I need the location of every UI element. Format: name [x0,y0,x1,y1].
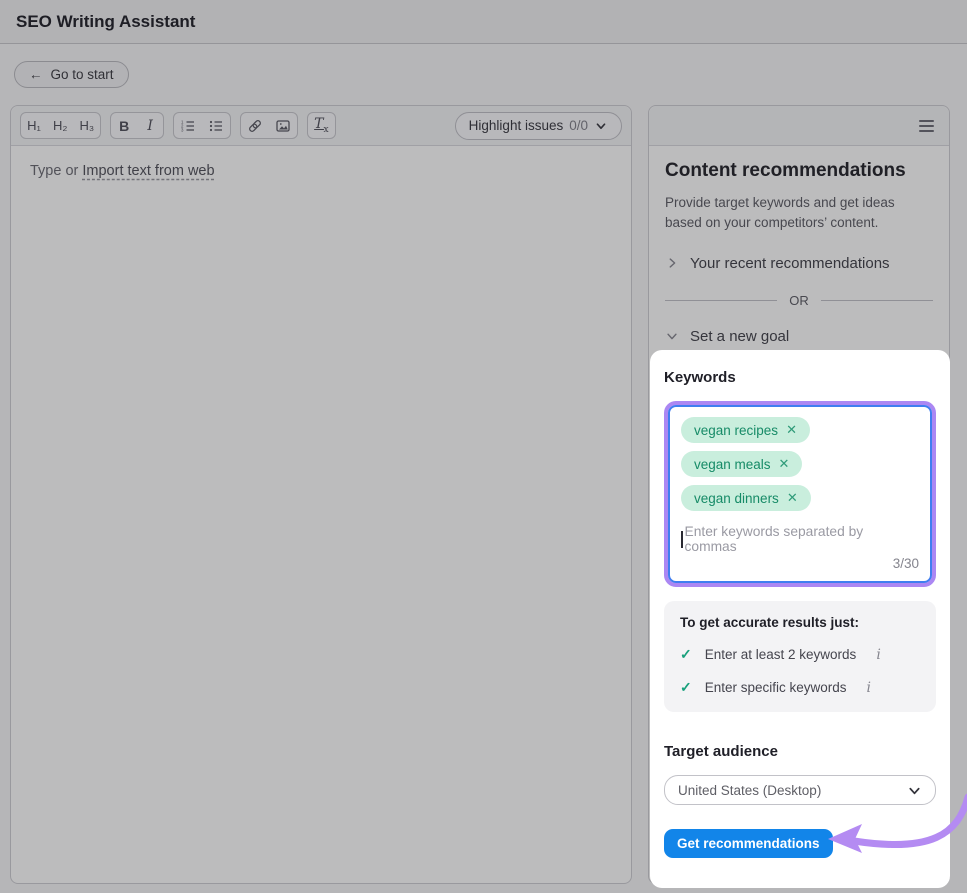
keywords-input[interactable]: vegan recipes ✕ vegan meals ✕ vegan dinn… [668,405,932,583]
tip-item: ✓ Enter at least 2 keywords i [680,646,920,663]
keywords-spotlight-card: Keywords vegan recipes ✕ vegan meals ✕ v… [650,350,950,888]
keyword-tag-label: vegan recipes [694,423,778,438]
check-icon: ✓ [680,646,692,663]
keyword-tag-label: vegan meals [694,457,771,472]
remove-keyword-icon[interactable]: ✕ [787,490,798,506]
target-audience-value: United States (Desktop) [678,783,821,798]
keyword-tag: vegan recipes ✕ [681,417,810,443]
tip-item: ✓ Enter specific keywords i [680,679,920,696]
text-caret [681,531,683,548]
tip-label: Enter specific keywords [705,680,847,695]
chevron-down-icon [907,783,922,798]
remove-keyword-icon[interactable]: ✕ [786,422,797,438]
target-audience-select[interactable]: United States (Desktop) [664,775,936,805]
tips-box: To get accurate results just: ✓ Enter at… [664,601,936,712]
tip-label: Enter at least 2 keywords [705,647,857,662]
tips-title: To get accurate results just: [680,615,920,630]
keyword-tag: vegan dinners ✕ [681,485,811,511]
keyword-tag-label: vegan dinners [694,491,779,506]
keywords-placeholder[interactable]: Enter keywords separated by commas [681,524,919,554]
info-icon[interactable]: i [867,680,871,696]
keywords-counter: 3/30 [681,556,919,571]
target-audience-label: Target audience [664,743,936,760]
remove-keyword-icon[interactable]: ✕ [779,456,790,472]
keywords-label: Keywords [664,369,936,386]
get-recommendations-button[interactable]: Get recommendations [664,829,833,858]
info-icon[interactable]: i [876,647,880,663]
keywords-highlight-box: vegan recipes ✕ vegan meals ✕ vegan dinn… [664,401,936,587]
check-icon: ✓ [680,679,692,696]
keyword-tag: vegan meals ✕ [681,451,802,477]
